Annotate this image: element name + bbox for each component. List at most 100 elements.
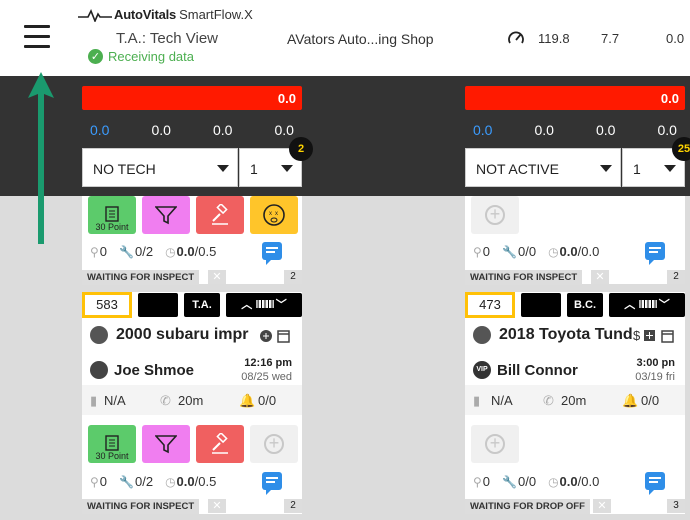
clock-icon: ◷: [165, 474, 176, 489]
bell-value: 0/0: [641, 393, 660, 408]
count-badge: 25: [672, 137, 690, 161]
expand-toggle[interactable]: ︿ ‖‖‖‖‖ ﹀: [226, 293, 302, 317]
bell-icon: 🔔: [239, 393, 256, 408]
metric-value-3: 0.0: [666, 31, 685, 46]
column-total-bar: 0.0: [82, 86, 302, 110]
heartbeat-logo-icon: [78, 8, 112, 22]
wrench-count: 0/2: [134, 244, 154, 259]
inspection-tools: 30 Point xx: [88, 196, 298, 234]
car-icon: [473, 326, 491, 344]
item-count: 2: [284, 270, 302, 284]
inspection-tools: 30 Point +: [88, 425, 298, 463]
barcode-icon: ‖‖‖‖‖: [638, 299, 657, 311]
vehicle-name[interactable]: 2000 subaru impr: [90, 326, 249, 344]
chat-icon[interactable]: [262, 242, 282, 265]
filter-icon[interactable]: [142, 196, 190, 234]
search-icon: ⚲: [90, 244, 99, 259]
wrench-icon: 🔧: [502, 474, 517, 489]
customer-text: Joe Shmoe: [114, 361, 195, 379]
duration-value: 20m: [561, 393, 587, 408]
dizzy-face-icon[interactable]: xx: [250, 196, 298, 234]
status-tag: WAITING FOR INSPECT: [82, 499, 200, 514]
gavel-icon[interactable]: [196, 425, 244, 463]
vehicle-text: 2000 subaru impr: [116, 326, 249, 343]
work-order-card[interactable]: 473 B.C. ︿ ‖‖‖‖‖ ﹀ 2018 Toyota Tund $ VI…: [465, 292, 685, 514]
bell-value: 0/0: [258, 393, 277, 408]
tool-label: 30 Point: [95, 222, 129, 232]
tech-initials[interactable]: T.A.: [184, 293, 220, 317]
wrench-icon: 🔧: [119, 244, 134, 259]
search-count: 0: [99, 474, 108, 489]
shop-name[interactable]: AVators Auto...ing Shop: [287, 31, 434, 47]
status-select[interactable]: NOT ACTIVE: [465, 148, 621, 187]
bell-icon: 🔔: [622, 393, 639, 408]
column-stats: 0.0 0.0 0.0 0.0: [465, 122, 685, 138]
expand-toggle[interactable]: ︿ ‖‖‖‖‖ ﹀: [609, 293, 685, 317]
chat-icon[interactable]: [645, 242, 665, 265]
chevron-down-icon: ﹀: [275, 299, 287, 311]
gauge-icon: [508, 31, 524, 44]
appointment: 12:16 pm 08/25 wed: [241, 356, 292, 384]
gavel-icon[interactable]: [196, 196, 244, 234]
work-order-card[interactable]: + ⚲ 0 🔧 0/0 ◷ 0.0/0.0 WAITING FOR INSPECT ✕…: [465, 196, 685, 285]
add-tool-button[interactable]: +: [250, 425, 298, 463]
caret-down-icon: [600, 165, 612, 172]
clock-total: /0.5: [194, 474, 217, 489]
bar-chart-icon: ▮: [473, 393, 481, 408]
close-icon[interactable]: ✕: [208, 270, 226, 284]
metric-value-1: 119.8: [538, 31, 570, 46]
menu-icon[interactable]: [24, 24, 52, 50]
wrench-count: 0/0: [517, 474, 537, 489]
plus-circle-icon: +: [264, 434, 284, 454]
stat-value: 0.0: [534, 122, 554, 138]
stat-value: 0.0: [473, 122, 493, 138]
search-icon: ⚲: [473, 244, 482, 259]
clock-icon: ◷: [165, 244, 176, 259]
work-order-card[interactable]: 583 T.A. ︿ ‖‖‖‖‖ ﹀ 2000 subaru impr Joe …: [82, 292, 302, 514]
tech-initials[interactable]: B.C.: [567, 293, 603, 317]
tech-select[interactable]: NO TECH: [82, 148, 238, 187]
duration-value: 20m: [178, 393, 204, 408]
wrench-count: 0/2: [134, 474, 154, 489]
wrench-count: 0/0: [517, 244, 537, 259]
filter-icon[interactable]: [142, 425, 190, 463]
item-count: 3: [667, 499, 685, 513]
clipboard-icon[interactable]: 30 Point: [88, 425, 136, 463]
close-icon[interactable]: ✕: [591, 270, 609, 284]
card-counts: ⚲ 0 🔧 0/0 ◷ 0.0/0.0: [473, 474, 611, 489]
clock-value: 0.0: [176, 474, 195, 489]
ro-number[interactable]: 583: [82, 292, 132, 318]
close-icon[interactable]: ✕: [593, 499, 611, 513]
vehicle-name[interactable]: 2018 Toyota Tund: [473, 326, 633, 344]
stat-value: 0.0: [90, 122, 110, 138]
tech-select-value: NO TECH: [93, 161, 156, 177]
search-icon: ⚲: [473, 474, 482, 489]
status-text: Receiving data: [108, 49, 194, 64]
ro-number[interactable]: 473: [465, 292, 515, 318]
add-calendar-icons[interactable]: [260, 329, 292, 343]
vehicle-text: 2018 Toyota Tund: [499, 326, 633, 343]
clock-total: /0.5: [194, 244, 217, 259]
card-counts: ⚲ 0 🔧 0/2 ◷ 0.0/0.5: [90, 244, 228, 259]
card-counts: ⚲ 0 🔧 0/2 ◷ 0.0/0.5: [90, 474, 228, 489]
info-row: ▮ N/A ✆ 20m 🔔 0/0: [465, 385, 685, 415]
add-tool-button[interactable]: +: [471, 425, 519, 463]
work-order-card[interactable]: 30 Point xx ⚲ 0 🔧 0/2 ◷ 0.0/0.5 WAITING FOR…: [82, 196, 302, 285]
annotation-arrow-icon: [28, 72, 54, 244]
search-icon: ⚲: [90, 474, 99, 489]
customer-name[interactable]: VIP Bill Connor: [473, 361, 578, 379]
search-count: 0: [482, 474, 491, 489]
info-row: ▮ N/A ✆ 20m 🔔 0/0: [82, 385, 302, 415]
chat-icon[interactable]: [645, 472, 665, 495]
dollar-add-calendar-icons[interactable]: $: [633, 328, 677, 344]
bar-chart-icon: ▮: [90, 393, 98, 408]
add-tool-button[interactable]: +: [471, 196, 519, 234]
chat-icon[interactable]: [262, 472, 282, 495]
tag-block: [521, 293, 561, 317]
close-icon[interactable]: ✕: [208, 499, 226, 513]
clock-icon: ◷: [548, 244, 559, 259]
na-value: N/A: [104, 393, 126, 408]
clipboard-icon[interactable]: 30 Point: [88, 196, 136, 234]
customer-name[interactable]: Joe Shmoe: [90, 361, 194, 379]
stat-value: 0.0: [657, 122, 677, 138]
